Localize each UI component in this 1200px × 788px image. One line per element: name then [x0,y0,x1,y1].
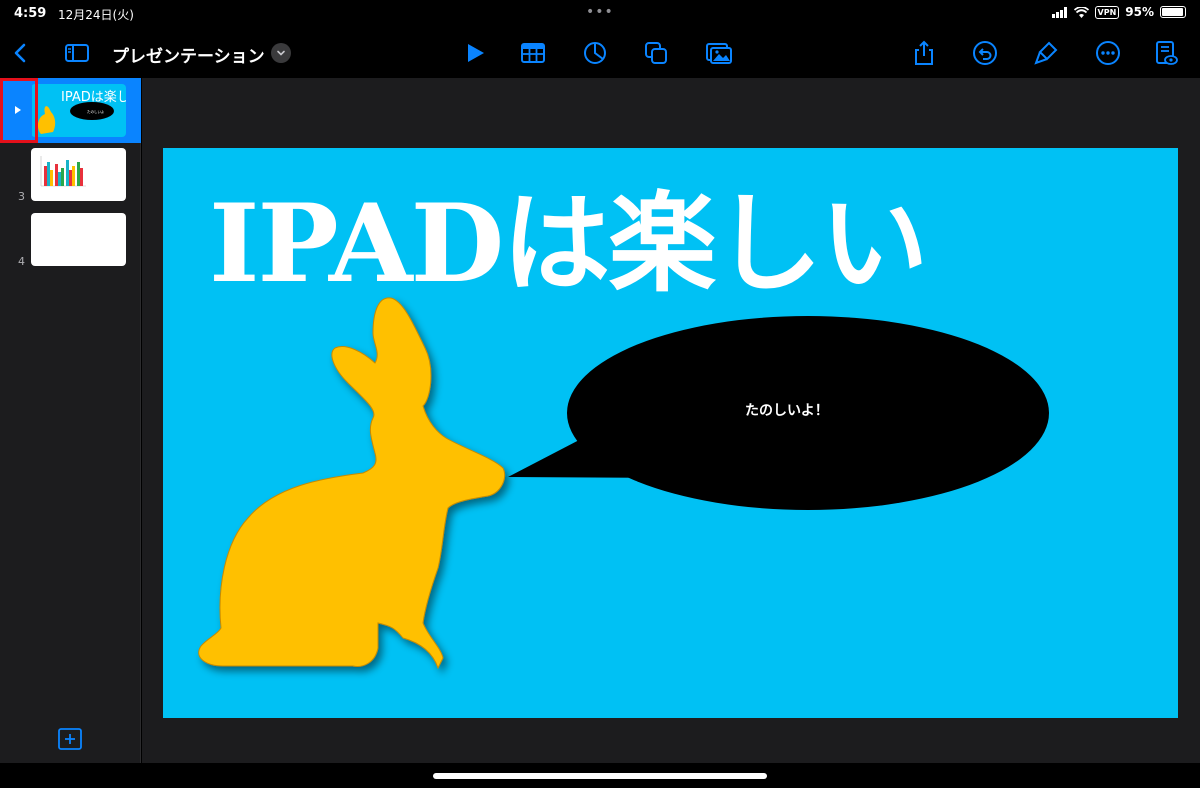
status-bar: 4:59 12月24日(火) ••• VPN 95% [0,0,1200,26]
status-time: 4:59 [14,6,47,21]
play-icon[interactable] [462,40,488,66]
battery-percent: 95% [1125,5,1154,19]
slide-thumb-4-preview [31,213,126,266]
format-brush-icon[interactable] [1033,40,1059,66]
play-marker-icon [6,84,32,137]
undo-icon[interactable] [972,40,998,66]
table-icon[interactable] [520,40,546,66]
current-slide[interactable]: IPADは楽しい たのしいよ！ [163,148,1178,718]
cellular-signal-icon [1051,6,1067,18]
wifi-icon [1073,6,1089,18]
add-slide-button[interactable] [57,728,83,750]
home-indicator[interactable] [433,773,767,779]
slide-thumb-3[interactable]: 3 [0,146,141,206]
status-date: 12月24日(火) [58,8,134,22]
slide-thumb-3-bar-chart [40,156,86,187]
media-icon[interactable] [706,40,732,66]
plus-icon [58,728,82,750]
chart-icon[interactable] [582,40,608,66]
vpn-badge: VPN [1094,5,1120,19]
slide-number-4: 4 [18,255,25,268]
bubble-text[interactable]: たのしいよ！ [745,400,829,420]
slide-thumb-1-bubble: たのしいよ [87,109,104,114]
slide-shapes [198,297,1049,670]
multitasking-dots[interactable]: ••• [586,4,614,20]
battery-icon [1160,6,1186,18]
slide-thumb-3-preview [31,148,126,201]
more-icon[interactable] [1095,40,1121,66]
document-title[interactable]: プレゼンテーション [112,42,265,67]
share-icon[interactable] [911,40,937,66]
back-chevron-icon[interactable] [8,40,34,66]
toolbar: プレゼンテーション [0,28,1200,76]
sidebar-toggle-icon[interactable] [64,40,90,66]
rabbit-shape[interactable] [198,297,506,670]
slide-number-3: 3 [18,190,25,203]
slide-thumb-1-preview: IPADは楽しい たのしいよ [31,84,126,137]
title-chevron-down-icon[interactable] [271,43,291,63]
slide-thumb-1-title: IPADは楽しい [61,89,126,105]
status-indicators: VPN 95% [1051,5,1186,19]
shape-icon[interactable] [643,40,669,66]
slide-thumb-4[interactable]: 4 [0,211,141,271]
slide-navigator: IPADは楽しい たのしいよ 1 3 4 [0,78,141,763]
slide-play-marker-highlight[interactable] [0,78,38,143]
presenter-notes-icon[interactable] [1153,40,1179,66]
slide-thumb-1-art: IPADは楽しい たのしいよ [37,89,126,134]
